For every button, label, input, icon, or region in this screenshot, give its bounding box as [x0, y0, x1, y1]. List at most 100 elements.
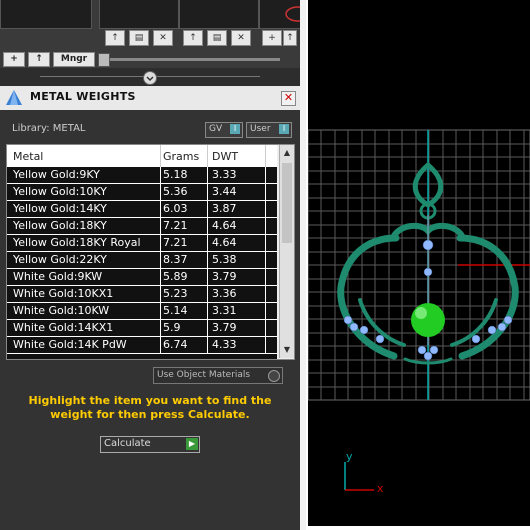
column-separator: [160, 201, 161, 217]
table-scrollbar[interactable]: ▲ ▼: [279, 145, 294, 358]
table-row[interactable]: White Gold:10KX1 5.23 3.36: [7, 286, 277, 303]
user-toggle[interactable]: User I: [246, 122, 292, 138]
grams-cell: 5.14: [163, 304, 188, 317]
table-row[interactable]: White Gold:9KW 5.89 3.79: [7, 269, 277, 286]
table-row[interactable]: White Gold:10KW 5.14 3.31: [7, 303, 277, 320]
column-separator: [265, 320, 266, 336]
column-header-grams[interactable]: Grams: [163, 150, 199, 163]
viewport-frame: y x: [306, 0, 530, 530]
3d-viewport[interactable]: y x: [307, 0, 530, 526]
metal-weights-panel: METAL WEIGHTS ✕ Library: METAL GV I User…: [0, 86, 300, 530]
metal-name-cell: Yellow Gold:22KY: [13, 253, 107, 266]
table-row[interactable]: White Gold:14KX1 5.9 3.79: [7, 320, 277, 337]
gv-check-icon: I: [230, 124, 240, 134]
column-separator: [265, 269, 266, 285]
delete-icon[interactable]: ✕: [231, 30, 251, 46]
dwt-cell: 3.87: [212, 202, 237, 215]
metal-name-cell: White Gold:9KW: [13, 270, 103, 283]
thumbnail-slot[interactable]: [0, 0, 92, 29]
metal-name-cell: Yellow Gold:9KY: [13, 168, 100, 181]
gv-toggle-label: GV: [209, 124, 223, 134]
dwt-cell: 3.79: [212, 321, 237, 334]
scroll-up-icon[interactable]: ▲: [282, 148, 292, 158]
column-separator: [265, 235, 266, 251]
thumbnail-slot[interactable]: [179, 0, 259, 29]
close-icon[interactable]: ✕: [281, 91, 296, 106]
hint-text: Highlight the item you want to find the …: [28, 394, 272, 421]
sphere-highlight: [415, 307, 427, 319]
user-check-icon: I: [279, 124, 289, 134]
column-separator: [207, 269, 208, 285]
up-button[interactable]: ↑: [28, 52, 50, 67]
column-separator: [207, 320, 208, 336]
column-separator: [207, 184, 208, 200]
thumbnail-slot[interactable]: [99, 0, 179, 29]
table-row[interactable]: White Gold:14K PdW 6.74 4.33: [7, 337, 277, 354]
collapse-handle[interactable]: [143, 71, 157, 85]
table-row[interactable]: Yellow Gold:22KY 8.37 5.38: [7, 252, 277, 269]
dwt-cell: 3.36: [212, 287, 237, 300]
thumbnail-slider-track[interactable]: [100, 58, 280, 61]
table-row[interactable]: Yellow Gold:9KY 5.18 3.33: [7, 167, 277, 184]
metal-name-cell: Yellow Gold:18KY Royal: [13, 236, 141, 249]
column-separator: [160, 337, 161, 353]
column-separator: [265, 286, 266, 302]
up-icon[interactable]: ↑: [105, 30, 125, 46]
column-separator: [160, 252, 161, 268]
add-icon[interactable]: +: [262, 30, 282, 46]
dwt-cell: 3.79: [212, 270, 237, 283]
column-separator: [160, 320, 161, 336]
delete-icon[interactable]: ✕: [153, 30, 173, 46]
column-header-dwt[interactable]: DWT: [212, 150, 238, 163]
up-icon[interactable]: ↑: [283, 30, 297, 46]
column-separator: [207, 252, 208, 268]
grams-cell: 5.89: [163, 270, 188, 283]
manager-button[interactable]: Mngr: [53, 52, 95, 67]
column-separator: [160, 269, 161, 285]
dwt-cell: 3.33: [212, 168, 237, 181]
play-icon[interactable]: ▶: [186, 438, 198, 450]
thumbnail-slider-handle[interactable]: [98, 53, 110, 67]
metal-name-cell: Yellow Gold:10KY: [13, 185, 107, 198]
column-separator: [265, 201, 266, 217]
dwt-cell: 4.33: [212, 338, 237, 351]
table-row[interactable]: Yellow Gold:14KY 6.03 3.87: [7, 201, 277, 218]
use-object-materials-option[interactable]: Use Object Materials: [153, 367, 283, 384]
save-icon[interactable]: ▤: [129, 30, 149, 46]
radio-icon[interactable]: [268, 370, 280, 382]
scrollbar-thumb[interactable]: [282, 163, 292, 243]
metal-name-cell: White Gold:14KX1: [13, 321, 114, 334]
metal-name-cell: White Gold:14K PdW: [13, 338, 127, 351]
column-separator: [160, 167, 161, 183]
calculate-button[interactable]: Calculate ▶: [100, 436, 200, 453]
grams-cell: 5.18: [163, 168, 188, 181]
thumbnail-strip: ↑ ▤ ✕ ↑ ▤ ✕ + ↑: [0, 0, 311, 50]
thumbnail-slot[interactable]: [259, 0, 311, 29]
ring-thumbnail-icon: [285, 6, 311, 22]
up-icon[interactable]: ↑: [183, 30, 203, 46]
table-row[interactable]: Yellow Gold:18KY Royal 7.21 4.64: [7, 235, 277, 252]
grams-cell: 8.37: [163, 253, 188, 266]
panel-header: METAL WEIGHTS ✕: [0, 86, 300, 110]
column-separator: [265, 184, 266, 200]
gv-toggle[interactable]: GV I: [205, 122, 243, 138]
column-separator: [207, 201, 208, 217]
dwt-cell: 3.31: [212, 304, 237, 317]
metal-name-cell: White Gold:10KW: [13, 304, 110, 317]
scroll-down-icon[interactable]: ▼: [282, 345, 292, 355]
library-label: Library: METAL: [12, 123, 86, 134]
table-row[interactable]: Yellow Gold:10KY 5.36 3.44: [7, 184, 277, 201]
save-icon[interactable]: ▤: [207, 30, 227, 46]
column-separator: [160, 218, 161, 234]
grams-cell: 7.21: [163, 236, 188, 249]
column-separator: [265, 218, 266, 234]
column-separator: [207, 303, 208, 319]
grams-cell: 6.74: [163, 338, 188, 351]
grams-cell: 6.03: [163, 202, 188, 215]
table-body: Yellow Gold:9KY 5.18 3.33 Yellow Gold:10KY 5…: [7, 167, 277, 359]
table-row[interactable]: Yellow Gold:18KY 7.21 4.64: [7, 218, 277, 235]
add-button[interactable]: +: [3, 52, 25, 67]
metal-weights-icon: [6, 90, 22, 105]
dwt-cell: 3.44: [212, 185, 237, 198]
column-header-metal[interactable]: Metal: [13, 150, 43, 163]
